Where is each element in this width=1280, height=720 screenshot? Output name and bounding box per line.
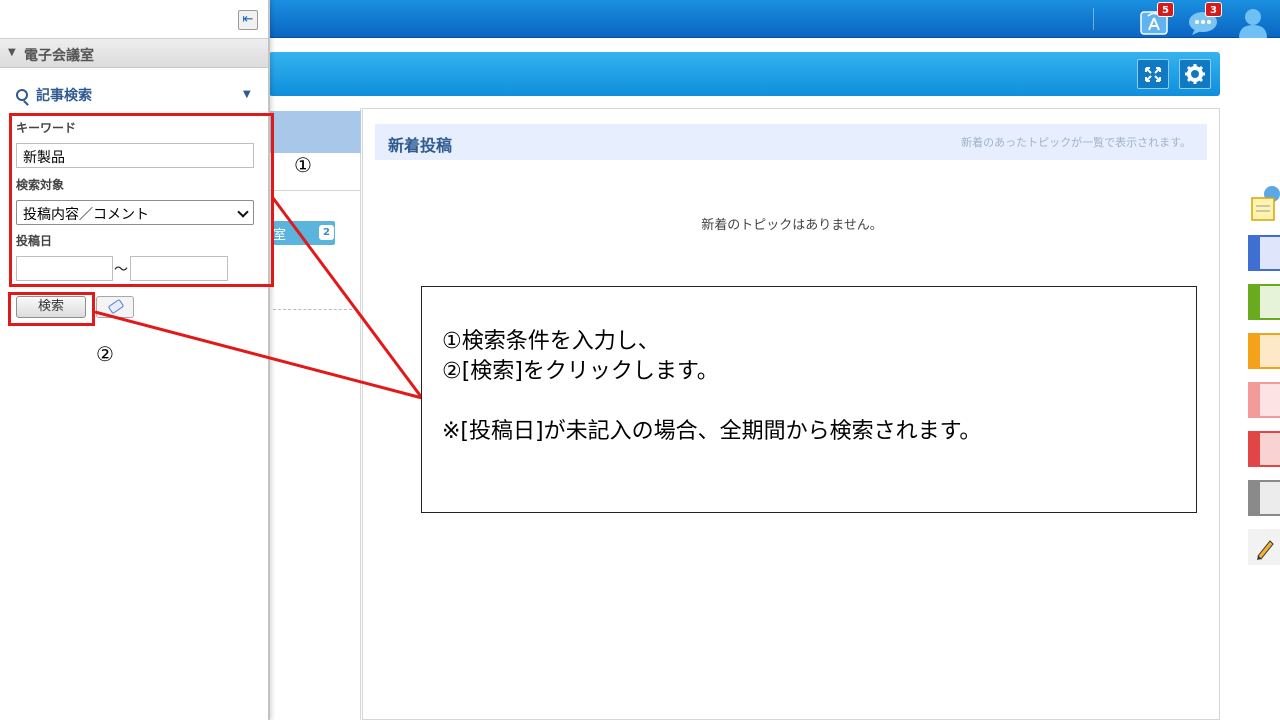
marker-2: ② <box>96 342 114 366</box>
annotation-line-1 <box>271 197 424 399</box>
annotation-line-2 <box>94 310 423 400</box>
instruction-callout: ①検索条件を入力し、 ②[検索]をクリックします。 ※[投稿日]が未記入の場合、… <box>421 286 1197 513</box>
marker-1: ① <box>294 153 312 177</box>
instruction-line-1: ①検索条件を入力し、 <box>442 329 660 354</box>
instruction-note: ※[投稿日]が未記入の場合、全期間から検索されます。 <box>442 419 982 444</box>
instruction-line-2: ②[検索]をクリックします。 <box>442 359 719 384</box>
